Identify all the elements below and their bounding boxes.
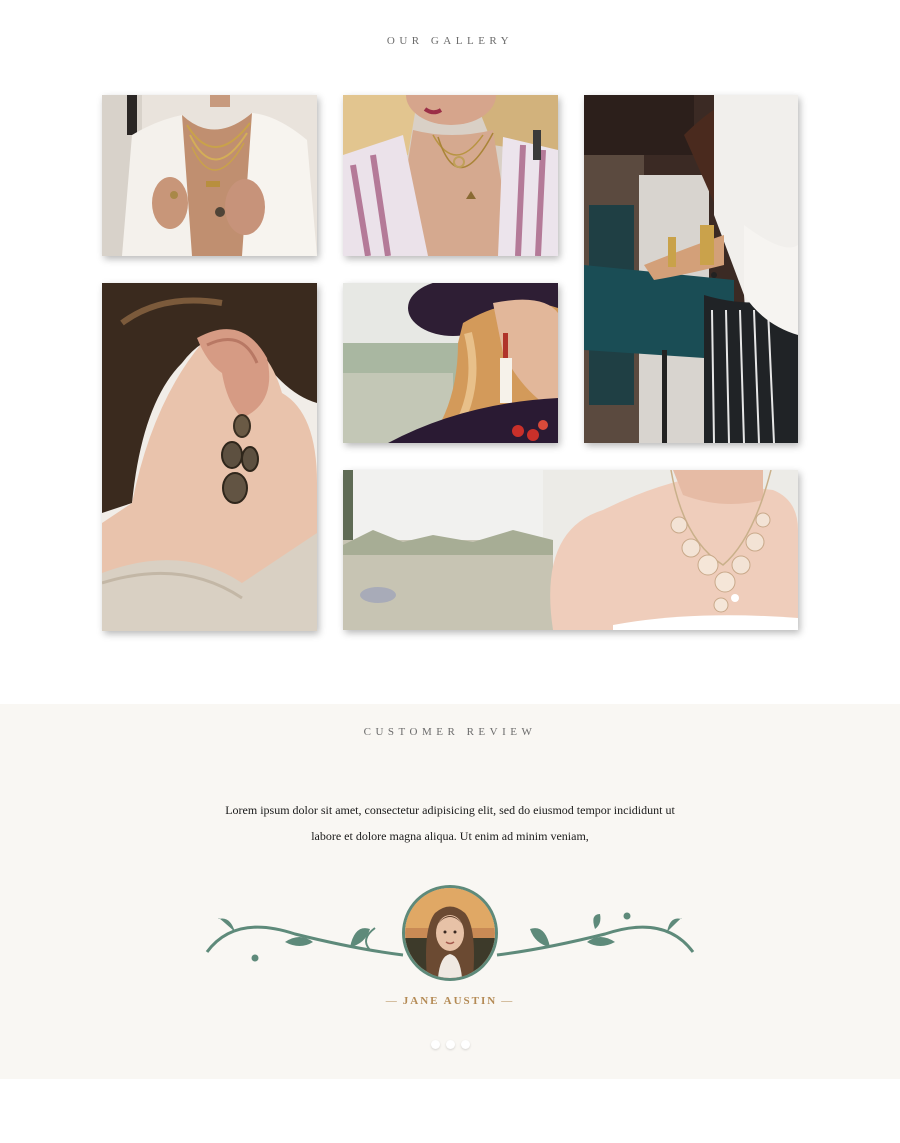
gallery-section: OUR GALLERY [0, 0, 900, 704]
reviewer-name-text: JANE AUSTIN [402, 995, 498, 1007]
gallery-photo-tassel-earring[interactable] [343, 283, 558, 443]
reviewer-name: — JANE AUSTIN — [0, 995, 900, 1007]
slider-dot-1[interactable] [430, 1040, 440, 1049]
slider-dot-3[interactable] [460, 1040, 470, 1049]
reviewer-dash-left: — [385, 995, 399, 1007]
review-title: CUSTOMER REVIEW [363, 726, 537, 738]
gallery-photo-gold-bracelets[interactable] [584, 95, 798, 443]
gallery-photo-drop-earring[interactable] [102, 283, 317, 631]
customer-review-section: CUSTOMER REVIEW Lorem ipsum dolor sit am… [0, 704, 900, 1079]
gallery-title: OUR GALLERY [386, 35, 514, 47]
reviewer-avatar [402, 885, 498, 981]
gallery-photo-bridal-necklace[interactable] [343, 470, 798, 630]
review-text-line-1: Lorem ipsum dolor sit amet, consectetur … [225, 803, 675, 817]
slider-pagination [0, 1040, 900, 1049]
gallery-photo-gold-chains[interactable] [102, 95, 317, 256]
review-text: Lorem ipsum dolor sit amet, consectetur … [200, 797, 700, 849]
reviewer-dash-right: — [501, 995, 515, 1007]
review-text-line-2: labore et dolore magna aliqua. Ut enim a… [311, 829, 589, 843]
gallery-photo-layered-pendants[interactable] [343, 95, 558, 256]
footer-spacer [0, 1079, 900, 1143]
slider-dot-2[interactable] [445, 1040, 455, 1049]
